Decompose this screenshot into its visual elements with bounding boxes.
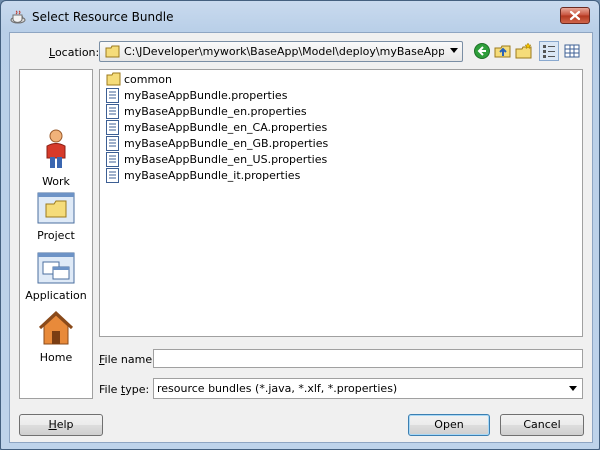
- file-type-label: File type:: [99, 383, 150, 396]
- open-button[interactable]: Open: [408, 414, 490, 436]
- cancel-button[interactable]: Cancel: [500, 414, 584, 436]
- location-label: Location:: [49, 46, 100, 59]
- new-folder-button[interactable]: [514, 41, 534, 61]
- dialog-body: Location: C:\JDeveloper\mywork\BaseApp\M…: [9, 32, 593, 443]
- properties-file-icon: [106, 168, 119, 183]
- location-path: C:\JDeveloper\mywork\BaseApp\Model\deplo…: [124, 45, 444, 58]
- folder-icon: [106, 72, 121, 86]
- properties-file-icon: [106, 88, 119, 103]
- details-view-button[interactable]: [562, 41, 582, 61]
- list-view-icon: [543, 45, 555, 58]
- chevron-down-icon[interactable]: [450, 48, 458, 53]
- coffee-cup-icon: [10, 10, 26, 24]
- file-name-label: File name:: [99, 353, 156, 366]
- properties-file-icon: [106, 152, 119, 167]
- chevron-down-icon[interactable]: [569, 386, 577, 391]
- dialog-title: Select Resource Bundle: [32, 10, 174, 24]
- place-project[interactable]: Project: [20, 192, 92, 242]
- location-combobox[interactable]: C:\JDeveloper\mywork\BaseApp\Model\deplo…: [99, 41, 463, 62]
- file-list[interactable]: common myBaseAppBundle.properties myBase…: [99, 69, 583, 337]
- places-bar: Work Project Application Home: [19, 69, 93, 399]
- file-name-input[interactable]: [153, 349, 583, 368]
- place-home[interactable]: Home: [20, 310, 92, 364]
- details-view-icon: [564, 44, 580, 58]
- properties-file-icon: [106, 136, 119, 151]
- properties-file-icon: [106, 120, 119, 135]
- list-view-button[interactable]: [539, 41, 559, 61]
- folder-icon: [105, 45, 120, 58]
- properties-file-icon: [106, 104, 119, 119]
- up-folder-button[interactable]: [493, 41, 513, 61]
- file-type-combobox[interactable]: resource bundles (*.java, *.xlf, *.prope…: [153, 378, 583, 399]
- help-button[interactable]: Help: [19, 414, 103, 436]
- up-folder-icon: [494, 45, 511, 58]
- file-type-value: resource bundles (*.java, *.xlf, *.prope…: [157, 382, 398, 395]
- close-button[interactable]: [560, 7, 590, 24]
- back-button[interactable]: [472, 41, 492, 61]
- title-bar[interactable]: Select Resource Bundle: [1, 1, 599, 31]
- dialog-window: Select Resource Bundle Location: C:\JDev…: [0, 0, 600, 450]
- work-person-icon: [46, 129, 66, 168]
- back-icon: [474, 43, 490, 59]
- new-folder-icon: [515, 42, 532, 59]
- project-folder-icon: [37, 192, 75, 224]
- application-window-icon: [37, 252, 75, 284]
- place-application[interactable]: Application: [20, 252, 92, 302]
- close-icon: [569, 10, 581, 21]
- home-icon: [38, 310, 74, 345]
- place-work[interactable]: Work: [20, 128, 92, 188]
